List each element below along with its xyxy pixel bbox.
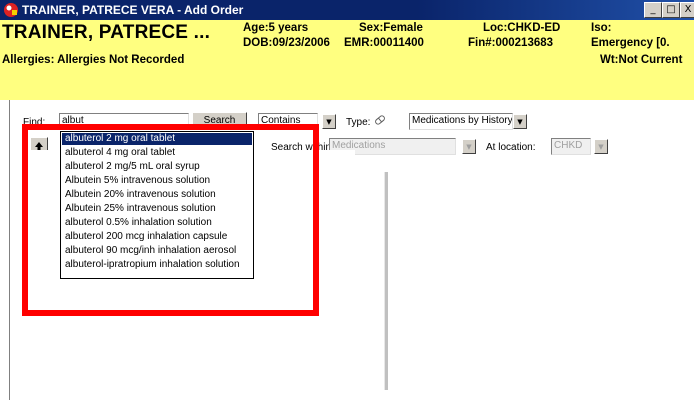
patient-name: TRAINER, PATRECE ...: [2, 22, 211, 43]
patient-age: Age:5 years: [243, 22, 309, 34]
at-location-dropdown-button[interactable]: ▼: [594, 139, 608, 154]
minimize-button[interactable]: _: [644, 2, 662, 18]
allergies-status: Allergies: Allergies Not Recorded: [2, 54, 185, 66]
patient-sex: Sex:Female: [359, 22, 423, 34]
app-icon: [3, 2, 19, 18]
maximize-button[interactable]: □: [662, 2, 680, 18]
pane-splitter[interactable]: [384, 172, 388, 390]
weight-status: Wt:Not Current: [600, 54, 683, 66]
type-dropdown-button[interactable]: ▼: [513, 114, 527, 129]
at-location-label: At location:: [486, 142, 536, 153]
encounter-type: Emergency [0.: [591, 37, 670, 49]
close-button[interactable]: X: [680, 2, 694, 18]
at-location-select[interactable]: CHKD: [551, 138, 591, 155]
patient-fin: Fin#:000213683: [468, 37, 554, 49]
type-select[interactable]: Medications by History: [409, 113, 513, 130]
patient-dob: DOB:09/23/2006: [243, 37, 330, 49]
window-title: TRAINER, PATRECE VERA - Add Order: [22, 3, 244, 17]
highlight-box: [22, 124, 319, 316]
isolation-status: Iso:: [591, 22, 612, 34]
search-within-dropdown-button[interactable]: ▼: [462, 139, 476, 154]
pill-icon: [372, 112, 388, 128]
match-mode-dropdown-button[interactable]: ▼: [322, 114, 336, 129]
patient-location: Loc:CHKD-ED: [483, 22, 561, 34]
patient-emr: EMR:00011400: [344, 37, 424, 49]
type-label: Type:: [346, 117, 371, 128]
